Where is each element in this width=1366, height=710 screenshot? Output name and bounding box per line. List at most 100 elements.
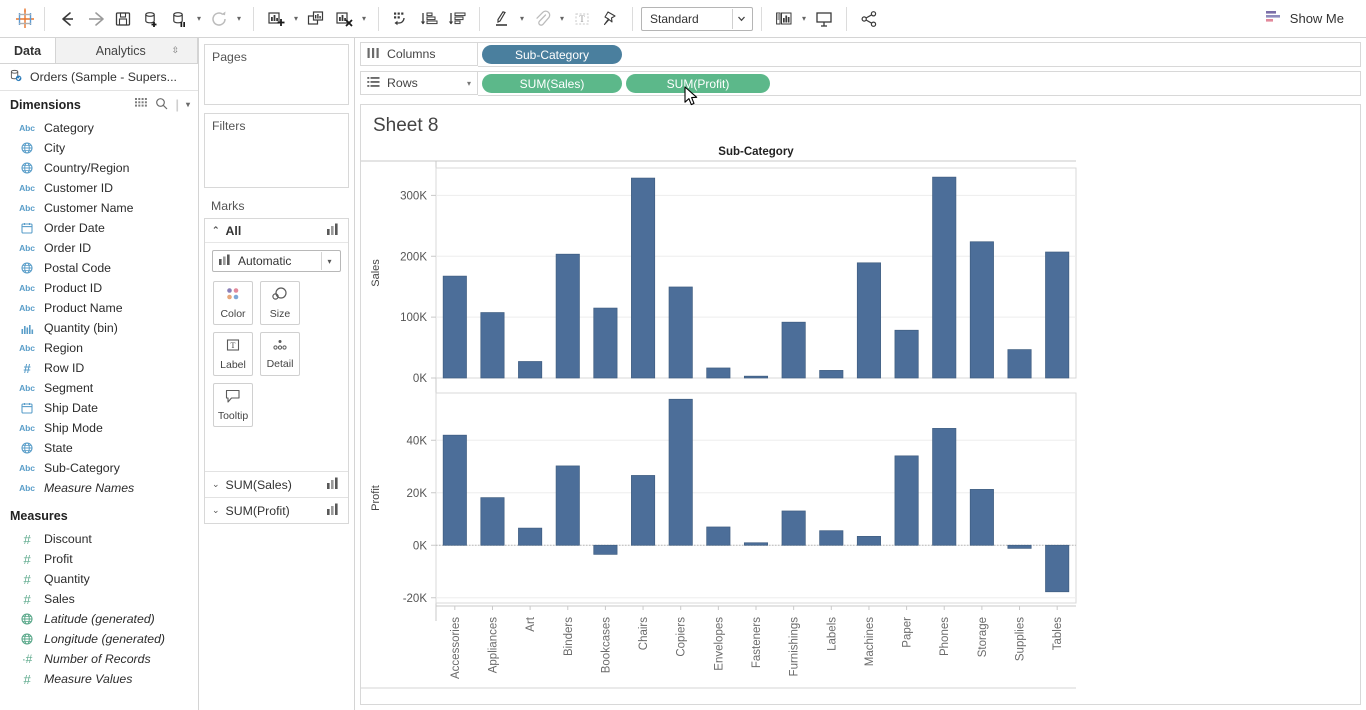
chevron-up-icon[interactable]: ⌃ [212, 225, 220, 236]
refresh-button[interactable] [205, 6, 233, 32]
color-button[interactable]: Color [213, 281, 253, 325]
field-number-of-records[interactable]: ·#Number of Records [0, 649, 198, 669]
bar[interactable] [857, 536, 880, 545]
sort-descending-icon[interactable] [443, 6, 471, 32]
field-measure-values[interactable]: #Measure Values [0, 669, 198, 689]
bar[interactable] [594, 308, 617, 378]
field-region[interactable]: AbcRegion [0, 338, 198, 358]
new-worksheet-button[interactable] [262, 6, 290, 32]
field-sub-category[interactable]: AbcSub-Category [0, 458, 198, 478]
field-profit[interactable]: #Profit [0, 549, 198, 569]
bar[interactable] [857, 263, 880, 378]
fit-dropdown[interactable]: Standard [641, 7, 753, 31]
bar[interactable] [744, 543, 767, 545]
bar[interactable] [707, 527, 730, 545]
bar[interactable] [1008, 350, 1031, 378]
field-ship-mode[interactable]: AbcShip Mode [0, 418, 198, 438]
grid-icon[interactable] [135, 98, 148, 112]
cards-icon[interactable] [770, 6, 798, 32]
field-row-id[interactable]: #Row ID [0, 358, 198, 378]
bar[interactable] [933, 428, 956, 545]
datasource-item[interactable]: Orders (Sample - Supers... [0, 64, 198, 91]
pill-sum-sales[interactable]: SUM(Sales) [482, 74, 622, 93]
text-label-icon[interactable]: T [568, 6, 596, 32]
highlighter-icon[interactable] [488, 6, 516, 32]
pause-updates-dropdown-caret[interactable]: ▾ [193, 6, 205, 32]
field-quantity[interactable]: #Quantity [0, 569, 198, 589]
mark-type-dropdown[interactable]: Automatic ▾ [212, 250, 341, 272]
bar[interactable] [556, 466, 579, 545]
pill-sub-category[interactable]: Sub-Category [482, 45, 622, 64]
pill-sum-profit[interactable]: SUM(Profit) [626, 74, 770, 93]
chevron-down-icon[interactable]: ▾ [321, 252, 337, 270]
field-country-region[interactable]: Country/Region [0, 158, 198, 178]
pages-card[interactable]: Pages [204, 44, 349, 105]
bar[interactable] [782, 322, 805, 378]
field-discount[interactable]: #Discount [0, 529, 198, 549]
bar[interactable] [518, 361, 541, 378]
chevron-down-icon[interactable]: ▾ [186, 100, 190, 109]
bar[interactable] [669, 399, 692, 545]
forward-button[interactable] [81, 6, 109, 32]
bar[interactable] [782, 511, 805, 545]
bar[interactable] [481, 498, 504, 546]
tab-data[interactable]: Data [0, 38, 55, 63]
bar-chart[interactable]: Sub-Category0K100K200K300KSales-20K0K20K… [361, 143, 1366, 703]
tableau-logo-icon[interactable] [8, 2, 42, 36]
bar[interactable] [443, 276, 466, 378]
bar[interactable] [895, 330, 918, 378]
bar[interactable] [518, 528, 541, 545]
new-sheet-dropdown-caret[interactable]: ▾ [290, 6, 302, 32]
bar[interactable] [820, 531, 843, 546]
swap-icon[interactable] [387, 6, 415, 32]
bar[interactable] [594, 545, 617, 554]
clear-sheet-button[interactable] [330, 6, 358, 32]
field-category[interactable]: AbcCategory [0, 118, 198, 138]
marks-card-sum-profit[interactable]: ⌄ SUM(Profit) [205, 497, 348, 523]
size-button[interactable]: Size [260, 281, 300, 325]
rows-shelf-drop[interactable]: SUM(Sales) SUM(Profit) [478, 71, 1361, 96]
tooltip-button[interactable]: Tooltip [213, 383, 253, 427]
bar[interactable] [481, 313, 504, 378]
field-postal-code[interactable]: Postal Code [0, 258, 198, 278]
field-customer-name[interactable]: AbcCustomer Name [0, 198, 198, 218]
share-icon[interactable] [855, 6, 883, 32]
new-data-source-button[interactable] [137, 6, 165, 32]
chevron-down-icon[interactable]: ⌄ [212, 479, 220, 490]
bar[interactable] [669, 287, 692, 378]
pin-icon[interactable] [596, 6, 624, 32]
field-order-id[interactable]: AbcOrder ID [0, 238, 198, 258]
bar[interactable] [1046, 545, 1069, 592]
label-button[interactable]: T Label [213, 332, 253, 376]
bar[interactable] [820, 370, 843, 378]
chevron-down-icon[interactable]: ⌄ [212, 505, 220, 516]
paperclip-icon[interactable] [528, 6, 556, 32]
pause-auto-updates-button[interactable] [165, 6, 193, 32]
field-measure-names[interactable]: AbcMeasure Names [0, 478, 198, 498]
presentation-icon[interactable] [810, 6, 838, 32]
field-latitude-generated[interactable]: Latitude (generated) [0, 609, 198, 629]
refresh-dropdown-caret[interactable]: ▾ [233, 6, 245, 32]
sort-ascending-icon[interactable] [415, 6, 443, 32]
cards-dropdown-caret[interactable]: ▾ [798, 6, 810, 32]
marks-all-row[interactable]: ⌃ All [205, 219, 348, 243]
bar[interactable] [744, 376, 767, 378]
clear-dropdown-caret[interactable]: ▾ [358, 6, 370, 32]
duplicate-sheet-button[interactable] [302, 6, 330, 32]
bar[interactable] [970, 489, 993, 545]
field-sales[interactable]: #Sales [0, 589, 198, 609]
back-button[interactable] [53, 6, 81, 32]
field-customer-id[interactable]: AbcCustomer ID [0, 178, 198, 198]
field-city[interactable]: City [0, 138, 198, 158]
tab-analytics[interactable]: Analytics ⇳ [55, 38, 198, 63]
field-ship-date[interactable]: Ship Date [0, 398, 198, 418]
marks-card-sum-sales[interactable]: ⌄ SUM(Sales) [205, 471, 348, 497]
bar[interactable] [631, 178, 654, 378]
bar[interactable] [933, 177, 956, 378]
bar[interactable] [970, 242, 993, 378]
bar[interactable] [1008, 545, 1031, 548]
bar[interactable] [707, 368, 730, 378]
highlight-dropdown-caret[interactable]: ▾ [516, 6, 528, 32]
filters-card[interactable]: Filters [204, 113, 349, 188]
bar[interactable] [895, 456, 918, 545]
